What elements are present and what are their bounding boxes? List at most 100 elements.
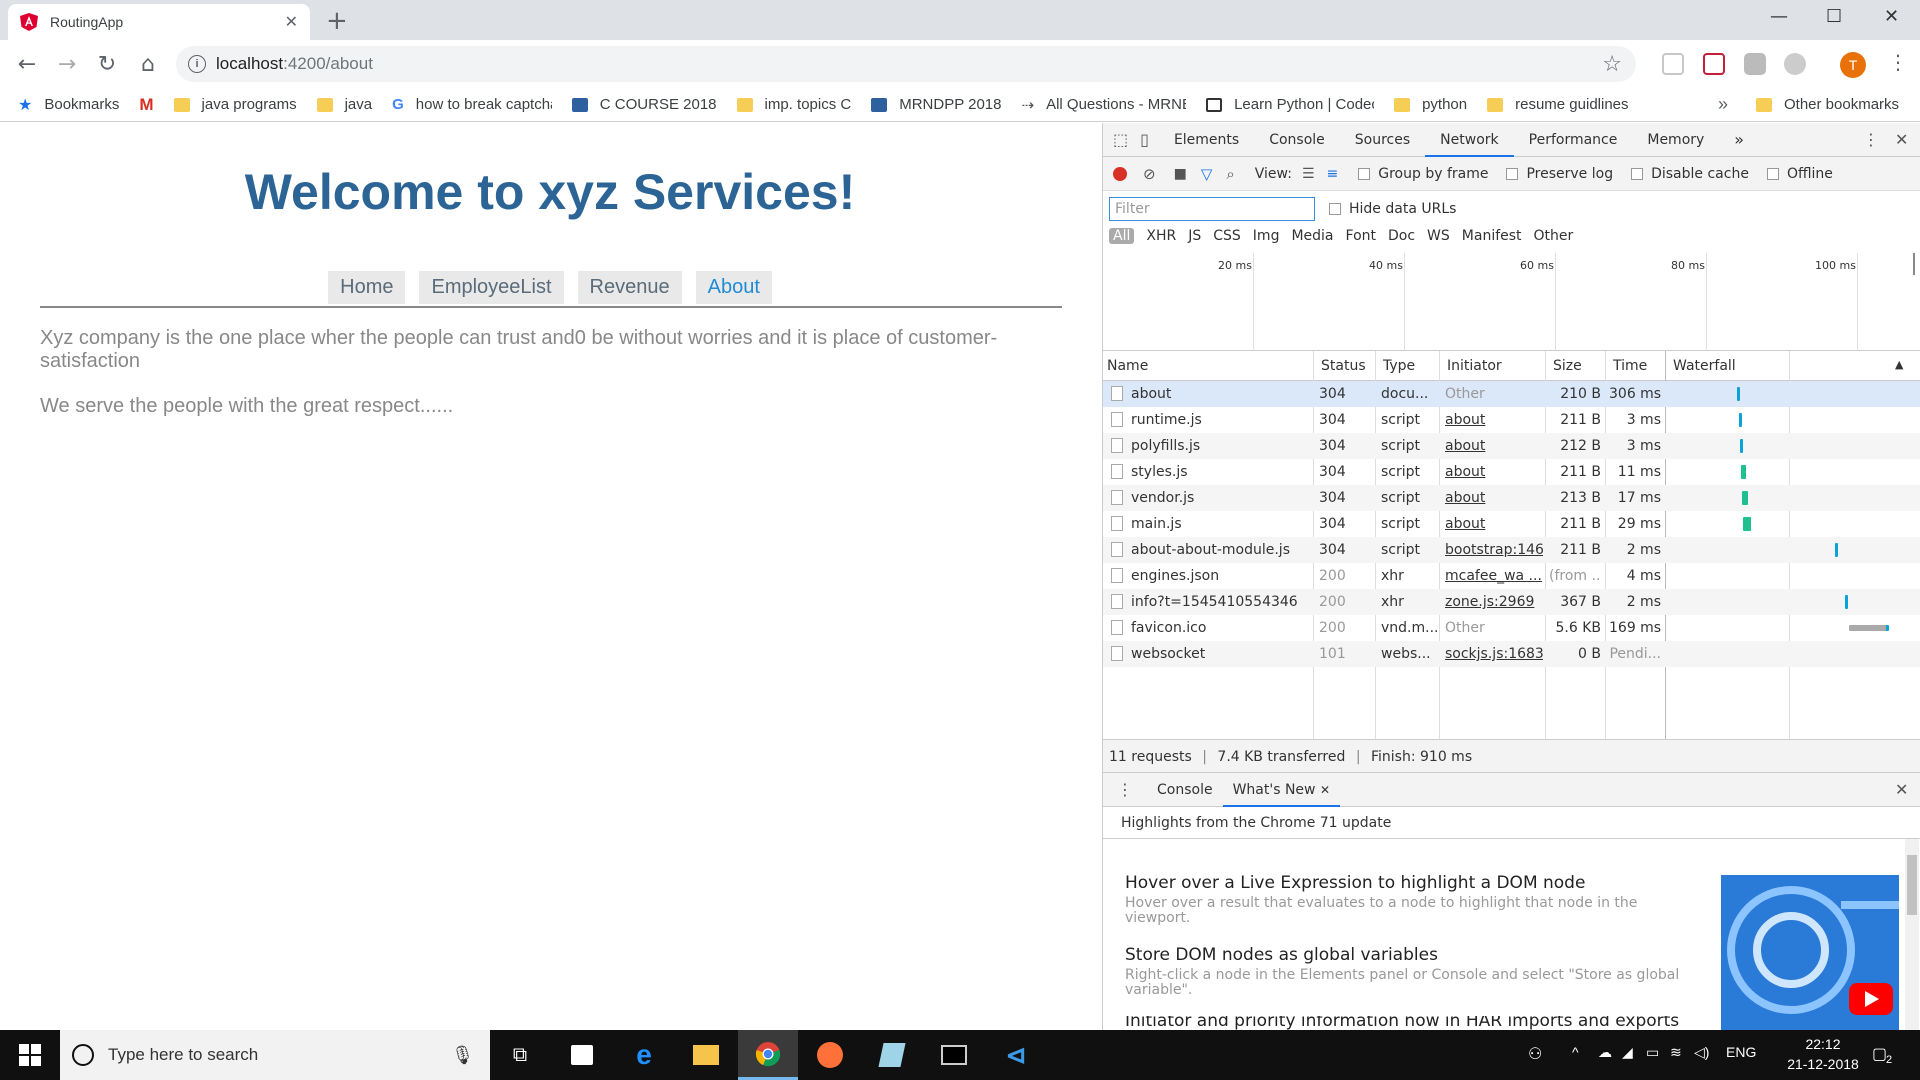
maximize-icon[interactable]: ☐ [1826, 6, 1842, 27]
table-row[interactable]: about-about-module.js 304 script bootstrap:… [1103, 537, 1920, 563]
close-icon[interactable]: ✕ [1320, 783, 1330, 797]
tab-memory[interactable]: Memory [1632, 123, 1719, 157]
request-initiator[interactable]: mcafee_wa ... [1445, 568, 1543, 584]
type-filter-css[interactable]: CSS [1213, 228, 1241, 244]
screenshot-icon[interactable]: ■ [1174, 166, 1187, 182]
browser-tab[interactable]: RoutingApp ✕ [8, 4, 310, 40]
wifi-icon[interactable]: ≋ [1670, 1044, 1682, 1061]
bookmarks-overflow-icon[interactable]: » [1718, 94, 1728, 115]
scrollbar-thumb[interactable] [1907, 855, 1917, 915]
request-name[interactable]: runtime.js [1131, 412, 1311, 428]
col-type[interactable]: Type [1379, 351, 1415, 381]
col-time[interactable]: Time [1609, 351, 1647, 381]
drawer-tab-console[interactable]: Console [1147, 773, 1223, 807]
bookmark-item[interactable]: python [1394, 96, 1467, 113]
request-initiator[interactable]: bootstrap:146 [1445, 542, 1543, 558]
bookmark-item[interactable]: ★ Bookmarks [18, 95, 119, 115]
type-filter-img[interactable]: Img [1253, 228, 1280, 244]
type-filter-manifest[interactable]: Manifest [1462, 228, 1522, 244]
tab-console[interactable]: Console [1254, 123, 1340, 157]
request-name[interactable]: about-about-module.js [1131, 542, 1311, 558]
more-tabs-icon[interactable]: » [1719, 123, 1759, 157]
shield-extension-icon[interactable] [1744, 53, 1766, 75]
table-row[interactable]: favicon.ico 200 vnd.m... Other 5.6 KB 169 ms [1103, 615, 1920, 641]
network-overview[interactable]: 20 ms 40 ms 60 ms 80 ms 100 ms [1103, 253, 1920, 351]
devtools-menu-icon[interactable]: ⋮ [1863, 130, 1879, 149]
hide-data-urls[interactable]: Hide data URLs [1329, 201, 1456, 217]
table-row[interactable]: about 304 docu... Other 210 B 306 ms [1103, 381, 1920, 407]
bookmark-item[interactable]: MRNDPP 2018 [871, 96, 1002, 113]
type-filter-other[interactable]: Other [1534, 228, 1574, 244]
type-filter-doc[interactable]: Doc [1388, 228, 1415, 244]
request-initiator[interactable]: about [1445, 490, 1543, 506]
table-row[interactable]: runtime.js 304 script about 211 B 3 ms [1103, 407, 1920, 433]
clear-icon[interactable]: ⊘ [1143, 165, 1156, 183]
bookmark-item[interactable]: C COURSE 2018 [571, 96, 717, 113]
nav-link-about[interactable]: About [695, 271, 772, 304]
filter-input[interactable]: Filter [1109, 197, 1315, 221]
request-name[interactable]: favicon.ico [1131, 620, 1311, 636]
type-filter-js[interactable]: JS [1188, 228, 1201, 244]
bookmark-item[interactable]: Ghow to break captcha [392, 96, 552, 113]
table-row[interactable]: websocket 101 webs... sockjs.js:1683 0 B Pend… [1103, 641, 1920, 667]
tab-elements[interactable]: Elements [1159, 123, 1254, 157]
bookmark-item[interactable]: Learn Python | Codec [1206, 96, 1374, 113]
tab-sources[interactable]: Sources [1340, 123, 1425, 157]
address-bar[interactable]: i localhost:4200/about ☆ [176, 46, 1636, 82]
drawer-close-icon[interactable]: ✕ [1895, 780, 1908, 799]
table-row[interactable]: main.js 304 script about 211 B 29 ms [1103, 511, 1920, 537]
nav-link-revenue[interactable]: Revenue [577, 271, 682, 304]
request-initiator[interactable]: sockjs.js:1683 [1445, 646, 1543, 662]
request-name[interactable]: vendor.js [1131, 490, 1311, 506]
vscode-icon[interactable]: ⊲ [986, 1030, 1046, 1080]
col-initiator[interactable]: Initiator [1443, 351, 1502, 381]
col-status[interactable]: Status [1317, 351, 1366, 381]
new-tab-icon[interactable]: + [326, 6, 348, 36]
filter-icon[interactable]: ▽ [1201, 165, 1213, 183]
nav-link-employeelist[interactable]: EmployeeList [419, 271, 564, 304]
clock-time[interactable]: 22:12 [1788, 1036, 1858, 1052]
tab-performance[interactable]: Performance [1514, 123, 1633, 157]
terminal-icon[interactable] [924, 1030, 984, 1080]
people-icon[interactable]: ⚇ [1528, 1044, 1542, 1064]
taskbar-search-input[interactable]: Type here to search 🎙 [60, 1030, 490, 1080]
overview-icon[interactable]: ≡ [1327, 166, 1339, 182]
clock-date[interactable]: 21-12-2018 [1768, 1056, 1878, 1072]
app-icon[interactable] [862, 1030, 922, 1080]
profile-avatar[interactable]: T [1840, 52, 1866, 78]
request-name[interactable]: polyfills.js [1131, 438, 1311, 454]
home-icon[interactable]: ⌂ [133, 49, 163, 79]
type-filter-media[interactable]: Media [1291, 228, 1333, 244]
request-name[interactable]: engines.json [1131, 568, 1311, 584]
minimize-icon[interactable]: — [1770, 6, 1788, 27]
windows-start-icon[interactable] [0, 1030, 60, 1080]
request-initiator[interactable]: about [1445, 412, 1543, 428]
col-name[interactable]: Name [1103, 351, 1148, 381]
col-waterfall[interactable]: Waterfall [1669, 351, 1736, 381]
whats-new-item[interactable]: Initiator and priority information now i… [1125, 1016, 1685, 1030]
table-row[interactable]: polyfills.js 304 script about 212 B 3 ms [1103, 433, 1920, 459]
battery-icon[interactable]: ▭ [1646, 1044, 1659, 1061]
chrome-71-video-thumbnail[interactable] [1721, 875, 1899, 1030]
tab-network[interactable]: Network [1425, 123, 1514, 157]
whats-new-item[interactable]: Store DOM nodes as global variables Righ… [1125, 945, 1685, 998]
file-explorer-icon[interactable] [676, 1030, 736, 1080]
request-name[interactable]: styles.js [1131, 464, 1311, 480]
request-initiator[interactable]: about [1445, 438, 1543, 454]
table-row[interactable]: styles.js 304 script about 211 B 11 ms [1103, 459, 1920, 485]
show-hidden-icons[interactable]: ^ [1572, 1044, 1579, 1060]
bookmark-item[interactable]: resume guidlines [1487, 96, 1629, 113]
window-close-icon[interactable]: ✕ [1884, 6, 1899, 27]
forward-icon[interactable]: → [52, 49, 82, 79]
task-view-icon[interactable]: ⧉ [490, 1030, 550, 1080]
request-initiator[interactable]: zone.js:2969 [1445, 594, 1543, 610]
group-by-frame-checkbox[interactable] [1358, 167, 1371, 180]
inspect-element-icon[interactable]: ⬚ [1103, 130, 1136, 149]
extension-icon[interactable] [1662, 53, 1684, 75]
pocket-extension-icon[interactable] [1703, 53, 1725, 75]
bookmark-star-icon[interactable]: ☆ [1602, 51, 1622, 77]
network-icon[interactable]: ◢ [1622, 1044, 1633, 1061]
request-name[interactable]: about [1131, 386, 1311, 402]
microphone-icon[interactable]: 🎙 [451, 1045, 474, 1066]
request-name[interactable]: websocket [1131, 646, 1311, 662]
